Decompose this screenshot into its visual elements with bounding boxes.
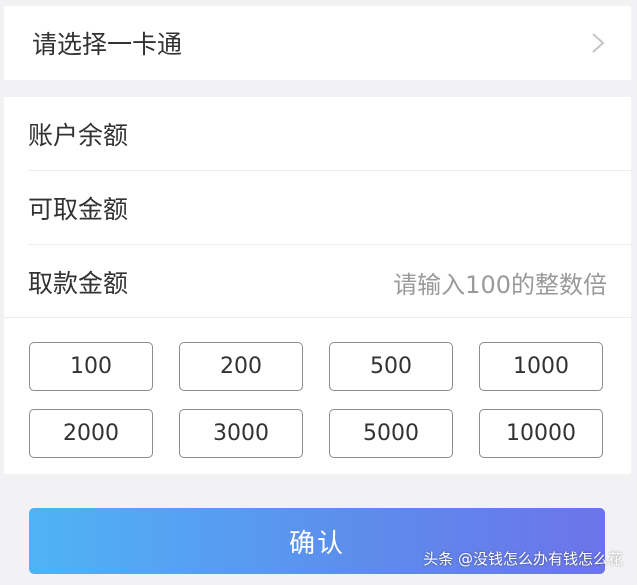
select-card-label: 请选择一卡通 [32,30,183,59]
amount-button-200[interactable]: 200 [179,342,303,391]
withdraw-form: 账户余额 可取金额 取款金额 请输入100的整数倍 100 200 500 10… [4,97,631,474]
amount-button-100[interactable]: 100 [29,342,153,391]
amount-options: 100 200 500 1000 2000 3000 5000 10000 [29,342,605,458]
amount-button-1000[interactable]: 1000 [479,342,603,391]
balance-row: 账户余额 [28,97,631,171]
divider [4,317,631,318]
withdraw-page: 请选择一卡通 账户余额 可取金额 取款金额 请输入100的整数倍 100 200… [0,0,637,585]
available-label: 可取金额 [28,194,129,224]
withdraw-amount-input[interactable]: 请输入100的整数倍 [393,265,607,300]
chevron-right-icon [592,33,605,53]
available-row: 可取金额 [28,171,631,245]
amount-button-10000[interactable]: 10000 [479,409,603,458]
amount-button-3000[interactable]: 3000 [179,409,303,458]
balance-label: 账户余额 [28,120,129,150]
amount-button-5000[interactable]: 5000 [329,409,453,458]
select-card-row[interactable]: 请选择一卡通 [4,6,631,80]
withdraw-amount-label: 取款金额 [28,269,129,298]
amount-button-2000[interactable]: 2000 [29,409,153,458]
amount-button-500[interactable]: 500 [329,342,453,391]
watermark: 头条 @没钱怎么办有钱怎么花 [423,550,623,568]
withdraw-amount-row[interactable]: 取款金额 请输入100的整数倍 [28,245,631,319]
